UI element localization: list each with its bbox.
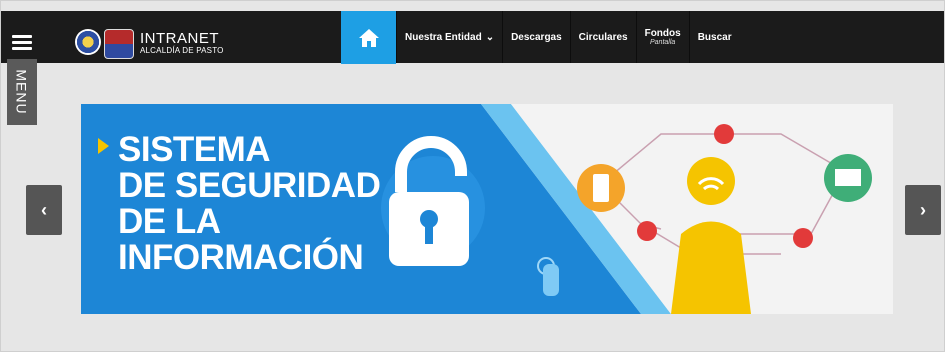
carousel-prev-button[interactable]: ‹ bbox=[26, 185, 62, 235]
nav-item-sublabel: Pantalla bbox=[650, 39, 676, 46]
chevron-left-icon: ‹ bbox=[41, 199, 47, 220]
site-title: INTRANET bbox=[140, 30, 219, 47]
nav-item-descargas[interactable]: Descargas bbox=[502, 11, 570, 63]
brand[interactable]: INTRANET ALCALDÍA DE PASTO bbox=[140, 31, 224, 56]
arrow-icon bbox=[98, 138, 109, 154]
slide-line: DE LA bbox=[118, 202, 221, 241]
colombia-shield-logo bbox=[75, 29, 101, 55]
main-nav: Nuestra Entidad ⌄ Descargas Circulares F… bbox=[341, 11, 740, 64]
mobile-icon bbox=[577, 164, 625, 212]
nav-item-label: Nuestra Entidad bbox=[405, 31, 482, 43]
carousel-slide[interactable]: SISTEMA DE SEGURIDAD DE LA INFORMACIÓN bbox=[81, 104, 893, 314]
nav-item-label: Circulares bbox=[578, 31, 628, 43]
top-navbar: INTRANET ALCALDÍA DE PASTO Nuestra Entid… bbox=[1, 11, 944, 64]
home-icon bbox=[358, 28, 379, 47]
nav-item-label: Fondos bbox=[644, 28, 681, 39]
chevron-down-icon: ⌄ bbox=[485, 31, 495, 43]
nav-item-label: Descargas bbox=[511, 31, 562, 43]
nav-item-label: Buscar bbox=[697, 31, 732, 43]
pasto-shield-logo bbox=[104, 29, 134, 59]
logos bbox=[75, 29, 134, 59]
nav-item-nuestra-entidad[interactable]: Nuestra Entidad ⌄ bbox=[396, 11, 503, 63]
side-menu-tab[interactable]: MENU bbox=[7, 59, 37, 125]
monitor-icon bbox=[824, 154, 872, 202]
hamburger-icon bbox=[12, 34, 32, 38]
nav-item-fondos[interactable]: Fondos Pantalla bbox=[635, 11, 689, 63]
chevron-right-icon: › bbox=[920, 199, 926, 220]
hamburger-menu-button[interactable] bbox=[7, 25, 37, 59]
site-subtitle: ALCALDÍA DE PASTO bbox=[140, 46, 224, 55]
slide-line: SISTEMA bbox=[118, 130, 271, 169]
nav-home-button[interactable] bbox=[341, 11, 396, 64]
nav-item-buscar[interactable]: Buscar bbox=[688, 11, 740, 63]
carousel-next-button[interactable]: › bbox=[905, 185, 941, 235]
menu-label: MENU bbox=[14, 69, 31, 115]
slide-headline: SISTEMA DE SEGURIDAD DE LA INFORMACIÓN bbox=[98, 130, 381, 277]
slide-line: INFORMACIÓN bbox=[118, 238, 364, 277]
nav-item-circulares[interactable]: Circulares bbox=[569, 11, 636, 63]
slide-line: DE SEGURIDAD bbox=[118, 166, 381, 205]
page-frame: INTRANET ALCALDÍA DE PASTO Nuestra Entid… bbox=[0, 0, 945, 352]
